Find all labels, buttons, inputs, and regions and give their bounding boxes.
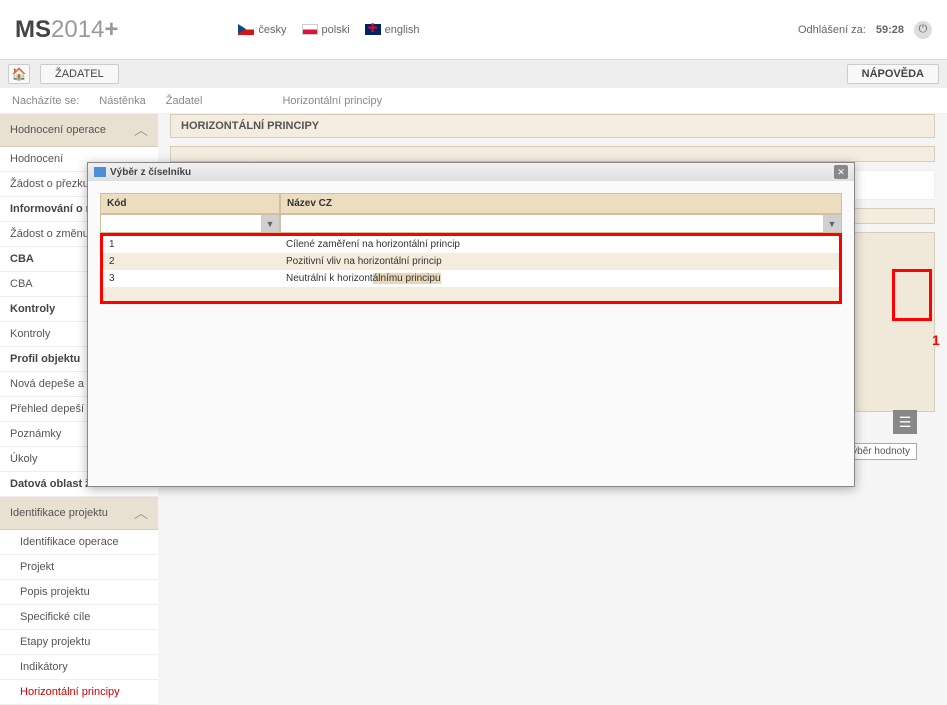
- breadcrumb-label: Nacházíte se:: [12, 95, 79, 107]
- modal-row-2[interactable]: 2 Pozitivní vliv na horizontální princip: [103, 253, 839, 270]
- sidebar-item-indikatory[interactable]: Indikátory: [0, 655, 158, 680]
- lookup-modal: Výběr z číselníku ✕ Kód Název CZ ▼ ▼: [87, 162, 855, 487]
- breadcrumb: Nacházíte se: Nástěnka Žadatel Horizontá…: [0, 88, 947, 114]
- annotation-label-1: 1: [932, 332, 940, 348]
- lang-english[interactable]: english: [365, 24, 420, 36]
- sidebar-section-label: Identifikace projektu: [10, 507, 108, 519]
- filter-name-button[interactable]: ▼: [823, 215, 841, 232]
- sidebar-item-etapy-projektu[interactable]: Etapy projektu: [0, 630, 158, 655]
- breadcrumb-item[interactable]: Nástěnka: [99, 95, 145, 107]
- lang-label: english: [385, 24, 420, 36]
- breadcrumb-item[interactable]: Horizontální principy: [282, 95, 382, 107]
- modal-header: Výběr z číselníku ✕: [88, 163, 854, 181]
- lang-label: polski: [322, 24, 350, 36]
- filter-code-input[interactable]: [101, 215, 261, 232]
- sidebar-item-projekt[interactable]: Projekt: [0, 555, 158, 580]
- help-button[interactable]: NÁPOVĚDA: [847, 64, 939, 84]
- list-icon: ☰: [899, 414, 912, 431]
- power-icon[interactable]: ⏻: [914, 21, 932, 39]
- logo-ms: MS: [15, 16, 51, 43]
- modal-cell-code: 2: [103, 253, 280, 270]
- header-right: Odhlášení za: 59:28 ⏻: [798, 21, 932, 39]
- modal-close-button[interactable]: ✕: [834, 165, 848, 179]
- modal-row-3[interactable]: 3 Neutrální k horizontálnímu principu: [103, 270, 839, 287]
- app-header: MS2014+ česky polski english Odhlášení z…: [0, 0, 947, 60]
- flag-english-icon: [365, 24, 381, 35]
- home-icon: 🏠: [12, 67, 27, 81]
- tab-applicant[interactable]: ŽADATEL: [40, 64, 119, 84]
- chevron-up-icon: ︿: [134, 120, 148, 140]
- modal-title: Výběr z číselníku: [110, 167, 191, 178]
- select-value-container: ☰ Výběr hodnoty: [849, 285, 928, 308]
- select-value-button[interactable]: ☰: [893, 410, 917, 434]
- logo-plus: +: [104, 16, 118, 43]
- modal-row-1[interactable]: 1 Cílené zaměření na horizontální princi…: [103, 236, 839, 253]
- flag-polish-icon: [302, 24, 318, 35]
- modal-filter-row: ▼ ▼: [100, 214, 842, 233]
- modal-cell-code: 1: [103, 236, 280, 253]
- modal-cell-name: Neutrální k horizontálnímu principu: [280, 270, 839, 287]
- sidebar-item-specificke-cile[interactable]: Specifické cíle: [0, 605, 158, 630]
- chevron-up-icon: ︿: [134, 503, 148, 523]
- content-bar: [170, 146, 935, 162]
- modal-col-name[interactable]: Název CZ: [280, 193, 842, 214]
- flag-czech-icon: [238, 24, 254, 35]
- modal-table-header: Kód Název CZ: [100, 193, 842, 214]
- language-switcher: česky polski english: [238, 24, 419, 36]
- sidebar-section-label: Hodnocení operace: [10, 124, 106, 136]
- subheader: 🏠 ŽADATEL NÁPOVĚDA: [0, 60, 947, 88]
- window-icon: [94, 167, 106, 177]
- sidebar-section-evaluation[interactable]: Hodnocení operace ︿: [0, 114, 158, 147]
- sidebar-item-popis-projektu[interactable]: Popis projektu: [0, 580, 158, 605]
- logo-year: 2014: [51, 16, 104, 43]
- modal-cell-name: Cílené zaměření na horizontální princip: [280, 236, 839, 253]
- modal-filter-code: ▼: [100, 214, 280, 233]
- filter-name-input[interactable]: [281, 215, 823, 232]
- modal-cell-name: Pozitivní vliv na horizontální princip: [280, 253, 839, 270]
- lang-label: česky: [258, 24, 286, 36]
- filter-code-button[interactable]: ▼: [261, 215, 279, 232]
- logout-label: Odhlášení za:: [798, 24, 866, 36]
- modal-body: Kód Název CZ ▼ ▼ 1 Cílené zaměření na ho…: [88, 181, 854, 316]
- sidebar-item-identifikace-operace[interactable]: Identifikace operace: [0, 530, 158, 555]
- modal-col-code[interactable]: Kód: [100, 193, 280, 214]
- sidebar-section-identification[interactable]: Identifikace projektu ︿: [0, 497, 158, 530]
- modal-table-body: 1 Cílené zaměření na horizontální princi…: [100, 233, 842, 304]
- modal-filter-name: ▼: [280, 214, 842, 233]
- home-button[interactable]: 🏠: [8, 64, 30, 84]
- sidebar-item-horizontalni-principy[interactable]: Horizontální principy: [0, 680, 158, 705]
- lang-polish[interactable]: polski: [302, 24, 350, 36]
- logo: MS2014+: [15, 16, 118, 44]
- lang-czech[interactable]: česky: [238, 24, 286, 36]
- modal-footer-row: [103, 287, 839, 301]
- logout-timer: 59:28: [876, 24, 904, 36]
- modal-cell-code: 3: [103, 270, 280, 287]
- breadcrumb-item[interactable]: Žadatel: [166, 95, 203, 107]
- content-title: HORIZONTÁLNÍ PRINCIPY: [170, 114, 935, 138]
